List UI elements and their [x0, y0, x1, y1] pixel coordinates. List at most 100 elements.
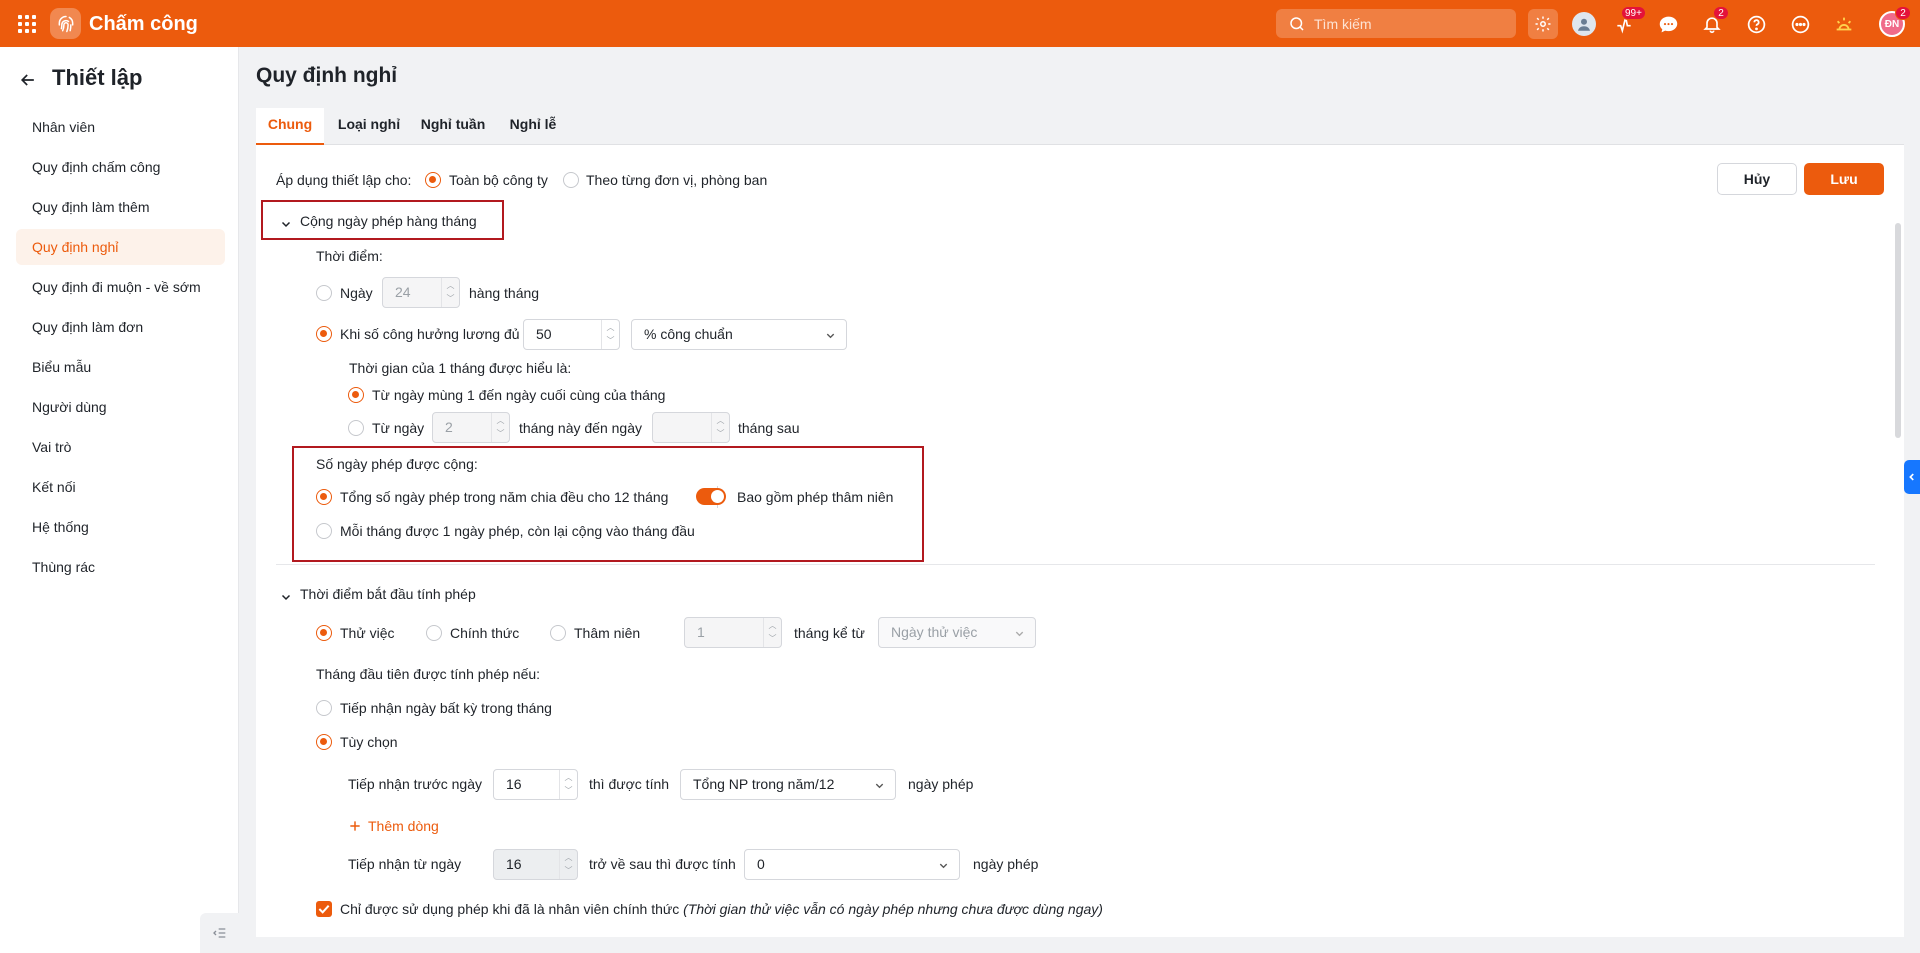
start-official-label[interactable]: Chính thức [450, 625, 519, 641]
profile-badge: 2 [1895, 6, 1911, 20]
apply-company-label[interactable]: Toàn bộ công ty [449, 172, 548, 188]
before-suffix-label: ngày phép [908, 776, 974, 792]
day-of-month-stepper[interactable]: ︿ ﹀ [441, 278, 459, 307]
start-official-radio[interactable] [426, 625, 442, 641]
seniority-months-stepper[interactable]: ︿ ﹀ [763, 618, 781, 647]
after-leave-select[interactable]: 0 [744, 849, 960, 880]
apply-unit-label[interactable]: Theo từng đơn vị, phòng ban [586, 172, 767, 188]
sidebar-item-forms[interactable]: Biểu mẫu [16, 349, 225, 385]
month-start-day-stepper[interactable]: ︿ ﹀ [491, 413, 509, 442]
profile-avatar[interactable]: ĐN 2 [1877, 6, 1911, 39]
panel-scrollbar[interactable] [1895, 223, 1901, 438]
before-leave-select[interactable]: Tổng NP trong năm/12 [680, 769, 896, 800]
month-end-day-stepper[interactable]: ︿ ﹀ [711, 413, 729, 442]
sidebar-item-employees[interactable]: Nhân viên [16, 109, 225, 145]
tab-general[interactable]: Chung [256, 108, 324, 145]
seniority-toggle[interactable] [696, 488, 726, 505]
sidebar-item-system[interactable]: Hệ thống [16, 509, 225, 545]
chat-icon[interactable] [1653, 9, 1683, 39]
first-month-any-label[interactable]: Tiếp nhận ngày bất kỳ trong tháng [340, 700, 552, 716]
sidebar-item-overtime-rules[interactable]: Quy định làm thêm [16, 189, 225, 225]
more-options-icon[interactable] [1785, 9, 1815, 39]
workday-radio[interactable] [316, 326, 332, 342]
user-avatar-icon[interactable] [1569, 9, 1599, 39]
tasks-icon[interactable]: 99+ [1609, 6, 1646, 39]
added-days-one-radio[interactable] [316, 523, 332, 539]
chevron-down-icon [939, 863, 948, 869]
first-month-label: Tháng đầu tiên được tính phép nếu: [316, 666, 541, 682]
official-only-text: Chỉ được sử dụng phép khi đã là nhân viê… [340, 901, 680, 917]
workday-percent-stepper[interactable]: ︿ ﹀ [601, 320, 619, 349]
tab-holidays[interactable]: Nghỉ lễ [496, 108, 570, 145]
tab-leave-types[interactable]: Loại nghỉ [328, 108, 410, 145]
workday-unit-select[interactable]: % công chuẩn [631, 319, 847, 350]
chevron-down-icon [1015, 631, 1024, 637]
search-box[interactable] [1276, 9, 1516, 38]
start-seniority-label[interactable]: Thâm niên [574, 625, 640, 641]
start-section-title[interactable]: Thời điểm bắt đầu tính phép [300, 586, 476, 602]
sidebar-title: Thiết lập [52, 65, 143, 90]
sunrise-icon[interactable] [1829, 9, 1859, 39]
start-seniority-radio[interactable] [550, 625, 566, 641]
month-start-day-input[interactable]: 2 ︿ ﹀ [432, 412, 510, 443]
month-end-day-input[interactable]: ︿ ﹀ [652, 412, 730, 443]
back-arrow-icon[interactable] [18, 70, 40, 92]
apply-company-radio[interactable] [425, 172, 441, 188]
official-only-checkbox[interactable] [316, 901, 332, 917]
app-title: Chấm công [89, 13, 198, 35]
sidebar-item-trash[interactable]: Thùng rác [16, 549, 225, 585]
collapse-sidebar-icon[interactable] [200, 913, 239, 953]
before-day-input[interactable]: 16 ︿ ﹀ [493, 769, 578, 800]
first-month-any-radio[interactable] [316, 700, 332, 716]
sidebar-item-request-rules[interactable]: Quy định làm đơn [16, 309, 225, 345]
settings-gear-icon[interactable] [1528, 9, 1558, 39]
added-days-even-radio[interactable] [316, 489, 332, 505]
workday-percent-input[interactable]: 50 ︿ ﹀ [523, 319, 620, 350]
month-def-calendar-radio[interactable] [348, 387, 364, 403]
seniority-months-input[interactable]: 1 ︿ ﹀ [684, 617, 782, 648]
chevron-down-icon[interactable] [280, 217, 292, 233]
month-def-calendar-label[interactable]: Từ ngày mùng 1 đến ngày cuối cùng của th… [372, 387, 665, 403]
save-button[interactable]: Lưu [1804, 163, 1884, 195]
seniority-months-value: 1 [697, 624, 705, 640]
help-icon[interactable] [1741, 9, 1771, 39]
add-row-button[interactable]: Thêm dòng [348, 818, 439, 834]
settings-sidebar: Thiết lập Nhân viên Quy định chấm công Q… [0, 47, 239, 953]
official-only-label[interactable]: Chỉ được sử dụng phép khi đã là nhân viê… [340, 901, 1103, 917]
after-day-value: 16 [506, 856, 522, 872]
app-grid-icon[interactable] [18, 15, 38, 33]
month-def-custom-prefix: Từ ngày [372, 420, 425, 436]
apply-unit-radio[interactable] [563, 172, 579, 188]
sidebar-item-late-early-rules[interactable]: Quy định đi muộn - về sớm [16, 269, 225, 305]
month-def-custom-radio[interactable] [348, 420, 364, 436]
month-def-label: Thời gian của 1 tháng được hiểu là: [349, 360, 572, 376]
start-probation-label[interactable]: Thử việc [340, 625, 395, 641]
search-input[interactable] [1314, 15, 1494, 32]
first-month-custom-label[interactable]: Tùy chọn [340, 734, 398, 750]
start-probation-radio[interactable] [316, 625, 332, 641]
before-leave-value: Tổng NP trong năm/12 [693, 776, 835, 792]
month-def-custom-suffix: tháng sau [738, 420, 800, 436]
monthly-section-title[interactable]: Cộng ngày phép hàng tháng [300, 213, 477, 229]
bell-icon[interactable]: 2 [1697, 6, 1729, 39]
after-day-stepper[interactable]: ︿ ﹀ [559, 850, 577, 879]
day-of-month-input[interactable]: 24 ︿ ﹀ [382, 277, 460, 308]
day-of-month-radio[interactable] [316, 285, 332, 301]
tasks-badge: 99+ [1621, 6, 1646, 20]
added-days-even-label[interactable]: Tổng số ngày phép trong năm chia đều cho… [340, 489, 668, 505]
seniority-from-select[interactable]: Ngày thử việc [878, 617, 1036, 648]
tab-weekly-off[interactable]: Nghỉ tuần [410, 108, 496, 145]
chevron-down-icon[interactable] [280, 590, 292, 606]
day-prefix-label: Ngày [340, 285, 373, 301]
sidebar-item-users[interactable]: Người dùng [16, 389, 225, 425]
expand-panel-chevron-icon[interactable] [1904, 460, 1920, 494]
after-day-input[interactable]: 16 ︿ ﹀ [493, 849, 578, 880]
before-day-stepper[interactable]: ︿ ﹀ [559, 770, 577, 799]
added-days-one-label[interactable]: Mỗi tháng được 1 ngày phép, còn lại cộng… [340, 523, 695, 539]
sidebar-item-attendance-rules[interactable]: Quy định chấm công [16, 149, 225, 185]
sidebar-item-roles[interactable]: Vai trò [16, 429, 225, 465]
cancel-button[interactable]: Hủy [1717, 163, 1797, 195]
first-month-custom-radio[interactable] [316, 734, 332, 750]
sidebar-item-connections[interactable]: Kết nối [16, 469, 225, 505]
sidebar-item-leave-rules[interactable]: Quy định nghỉ [16, 229, 225, 265]
